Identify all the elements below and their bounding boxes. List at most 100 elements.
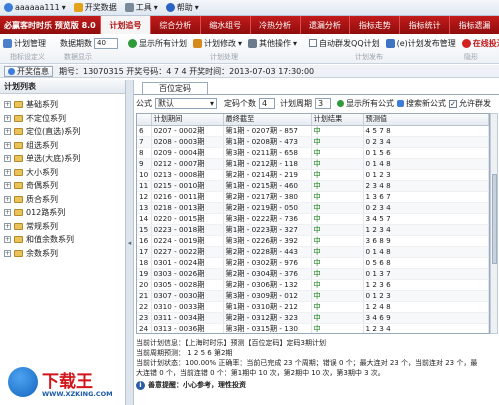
table-scrollbar[interactable] xyxy=(490,113,498,334)
menu-item-lottery-data[interactable]: 开奖数据 xyxy=(73,2,117,13)
expand-icon[interactable]: + xyxy=(4,168,11,176)
logo-name: 下载王 xyxy=(42,372,93,392)
cell-final-cutoff: 第2期 - 0312期 - 323 xyxy=(223,312,312,324)
show-all-formula-button[interactable]: 显示所有公式 xyxy=(337,98,394,109)
user-menu[interactable]: aaaaaa111 ▾ xyxy=(4,3,66,12)
panel-splitter[interactable]: ◂ xyxy=(126,80,134,405)
tab-shrink-group[interactable]: 缩水组号 xyxy=(199,16,250,34)
tab-indicator-stats[interactable]: 指标统计 xyxy=(399,16,449,34)
expand-icon[interactable]: + xyxy=(4,195,11,203)
cell-prediction: 1 3 6 7 xyxy=(363,191,489,203)
lottery-info-button[interactable]: 开奖信息 xyxy=(4,65,53,77)
col-index[interactable] xyxy=(137,114,152,126)
expand-icon[interactable]: + xyxy=(4,155,11,163)
table-row[interactable]: 14 0220 - 0015期 第3期 - 0222期 - 736 中 3 4 5 7 xyxy=(137,213,489,225)
list-item[interactable]: +012路系列 xyxy=(0,206,125,220)
table-row[interactable]: 17 0227 - 0022期 第2期 - 0228期 - 443 中 0 1 4 8 xyxy=(137,246,489,258)
table-row[interactable]: 11 0215 - 0010期 第1期 - 0215期 - 460 中 2 3 4 8 xyxy=(137,180,489,192)
other-ops-button[interactable]: 其他操作 ▾ xyxy=(245,38,300,49)
list-item[interactable]: + 基础系列 xyxy=(0,98,125,112)
table-row[interactable]: 10 0213 - 0008期 第2期 - 0214期 - 219 中 0 1 2 3 xyxy=(137,169,489,181)
list-item[interactable]: + 常规系列 xyxy=(0,220,125,234)
chevron-down-icon: ▾ xyxy=(61,3,66,12)
table-row[interactable]: 24 0313 - 0036期 第3期 - 0315期 - 130 中 1 2 3 4 xyxy=(137,323,489,333)
table-row[interactable]: 13 0218 - 0013期 第2期 - 0219期 - 050 中 0 2 3 4 xyxy=(137,202,489,214)
list-item[interactable]: + 大小系列 xyxy=(0,166,125,180)
expand-icon[interactable]: + xyxy=(4,236,11,244)
list-item[interactable]: + 组选系列 xyxy=(0,139,125,153)
list-item[interactable]: + 奇偶系列 xyxy=(0,179,125,193)
cell-index: 17 xyxy=(137,246,152,258)
allow-group-check[interactable]: ✓ xyxy=(449,99,457,108)
list-item[interactable]: + 单选(大底)系列 xyxy=(0,152,125,166)
tab-omission[interactable]: 遗漏分析 xyxy=(299,16,350,34)
col-plan-period[interactable]: 计划期间 xyxy=(151,114,224,126)
list-item[interactable]: + 质合系列 xyxy=(0,193,125,207)
period-count-input[interactable]: 40 xyxy=(94,37,118,49)
cell-index: 23 xyxy=(137,312,152,324)
expand-icon[interactable]: + xyxy=(4,128,11,136)
tab-indicator-omission[interactable]: 指标遗漏 xyxy=(449,16,499,34)
cell-plan-period: 0313 - 0036期 xyxy=(151,323,224,333)
cell-plan-period: 0212 - 0007期 xyxy=(151,158,224,170)
list-item[interactable]: + 和值余数系列 xyxy=(0,233,125,247)
plan-period-input[interactable]: 3 xyxy=(315,98,331,109)
table-row[interactable]: 20 0305 - 0028期 第2期 - 0306期 - 132 中 1 2 3 6 xyxy=(137,279,489,291)
cell-prediction: 0 1 5 6 xyxy=(363,147,489,159)
table-row[interactable]: 6 0207 - 0002期 第1期 - 0207期 - 857 中 4 5 7 8 xyxy=(137,125,489,137)
search-formula-button[interactable]: 搜索新公式 xyxy=(397,98,446,109)
auto-qq-checkbox[interactable]: 自动群发QQ计划 xyxy=(306,38,383,49)
collapse-arrow-icon[interactable]: ◂ xyxy=(128,239,132,247)
tab-comprehensive[interactable]: 综合分析 xyxy=(149,16,200,34)
expand-icon[interactable]: + xyxy=(4,182,11,190)
table-row[interactable]: 18 0301 - 0024期 第2期 - 0302期 - 976 中 0 5 6 8 xyxy=(137,257,489,269)
table-row[interactable]: 21 0307 - 0030期 第3期 - 0309期 - 012 中 0 1 2 3 xyxy=(137,290,489,302)
list-item[interactable]: + 余数系列 xyxy=(0,247,125,261)
allow-group-checkbox[interactable]: ✓ 允许群发 xyxy=(449,98,491,109)
table-row[interactable]: 19 0303 - 0026期 第2期 - 0304期 - 376 中 0 1 3 7 xyxy=(137,268,489,280)
show-all-plans-button[interactable]: 显示所有计划 xyxy=(125,38,190,49)
cell-plan-result: 中 xyxy=(311,147,364,159)
col-plan-result[interactable]: 计划结果 xyxy=(311,114,364,126)
expand-icon[interactable]: + xyxy=(4,141,11,149)
plan-summary: 当前计划信息：【上海时时乐】预测【百位定码】定码3期计划 当前周期预测： 1 2… xyxy=(136,338,498,404)
tab-hot-cold[interactable]: 冷热分析 xyxy=(249,16,300,34)
group-label-plan: 计划处理 xyxy=(210,53,238,61)
table-row[interactable]: 22 0310 - 0033期 第1期 - 0310期 - 212 中 1 2 4 8 xyxy=(137,301,489,313)
plan-manage-icon xyxy=(3,38,12,48)
online-bet-button[interactable]: 在线投注 xyxy=(459,38,499,49)
plan-manage-button[interactable]: 计划管理 xyxy=(0,38,49,49)
list-item[interactable]: + 定位(直选)系列 xyxy=(0,125,125,139)
expand-icon[interactable]: + xyxy=(4,114,11,122)
expand-icon[interactable]: + xyxy=(4,222,11,230)
table-row[interactable]: 23 0311 - 0034期 第2期 - 0312期 - 323 中 3 4 6 9 xyxy=(137,312,489,324)
plan-publish-manage-button[interactable]: (e)计划发布管理 xyxy=(383,38,459,49)
tab-plan-chase[interactable]: 计划追号 xyxy=(100,16,150,34)
list-item[interactable]: + 不定位系列 xyxy=(0,112,125,126)
table-row[interactable]: 15 0223 - 0018期 第1期 - 0223期 - 327 中 1 2 3 4 xyxy=(137,224,489,236)
scrollbar-thumb[interactable] xyxy=(492,174,497,264)
col-final-cutoff[interactable]: 最终截至 xyxy=(223,114,312,126)
search-icon xyxy=(397,100,404,107)
table-row[interactable]: 8 0209 - 0004期 第3期 - 0211期 - 658 中 0 1 5 6 xyxy=(137,147,489,159)
tab-indicator-trend[interactable]: 指标走势 xyxy=(349,16,399,34)
fix-code-input[interactable]: 4 xyxy=(259,98,275,109)
expand-icon[interactable]: + xyxy=(4,101,11,109)
expand-icon[interactable]: + xyxy=(4,249,11,257)
menu-item-help[interactable]: 帮助 ▾ xyxy=(165,2,199,13)
auto-qq-check[interactable] xyxy=(309,39,318,47)
chevron-down-icon: ▾ xyxy=(153,3,158,12)
tab-hundreds-fixed[interactable]: 百位定码 xyxy=(142,82,208,94)
tip-line: i 善意提醒：小心参考，理性投资 xyxy=(136,380,498,390)
menu-item-tools[interactable]: 工具 ▾ xyxy=(124,2,158,13)
folder-icon xyxy=(14,141,23,149)
col-prediction[interactable]: 预测值 xyxy=(363,114,489,126)
table-row[interactable]: 9 0212 - 0007期 第1期 - 0212期 - 118 中 0 1 4 8 xyxy=(137,158,489,170)
table-row[interactable]: 7 0208 - 0003期 第1期 - 0208期 - 473 中 0 2 3 4 xyxy=(137,136,489,148)
plan-edit-button[interactable]: 计划修改 ▾ xyxy=(190,38,245,49)
expand-icon[interactable]: + xyxy=(4,209,11,217)
table-row[interactable]: 16 0224 - 0019期 第3期 - 0226期 - 392 中 3 6 8 9 xyxy=(137,235,489,247)
formula-select[interactable]: 默认 ▾ xyxy=(155,98,217,109)
table-row[interactable]: 12 0216 - 0011期 第2期 - 0217期 - 380 中 1 3 6 7 xyxy=(137,191,489,203)
group-label-publish: 计划发布 xyxy=(355,53,383,61)
